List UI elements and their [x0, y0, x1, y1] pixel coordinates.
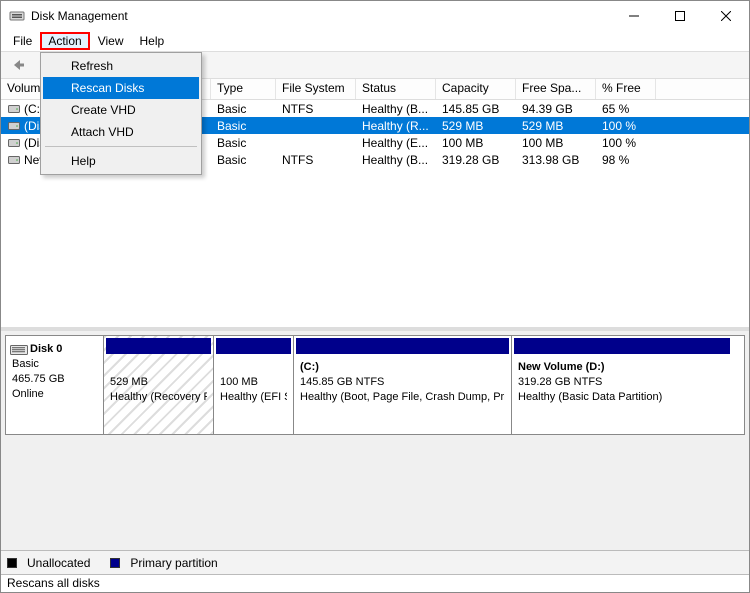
partition-status: Healthy (EFI System Partition)	[220, 390, 287, 405]
menu-help[interactable]: Help	[132, 32, 173, 50]
menu-separator	[45, 146, 197, 147]
menu-refresh[interactable]: Refresh	[43, 55, 199, 77]
cell-type: Basic	[211, 102, 276, 116]
cell-pct: 100 %	[596, 136, 656, 150]
cell-capacity: 100 MB	[436, 136, 516, 150]
partition-status: Healthy (Basic Data Partition)	[518, 390, 726, 405]
statusbar-text: Rescans all disks	[7, 576, 100, 590]
cell-pct: 98 %	[596, 153, 656, 167]
legend: Unallocated Primary partition	[1, 550, 749, 574]
legend-unallocated: Unallocated	[27, 556, 90, 570]
menu-action[interactable]: Action	[40, 32, 89, 50]
window-controls	[611, 1, 749, 31]
statusbar: Rescans all disks	[1, 574, 749, 592]
cell-status: Healthy (B...	[356, 102, 436, 116]
disk-strip: Disk 0 Basic 465.75 GB Online 529 MBHeal…	[5, 335, 745, 435]
disk-id: Disk 0	[30, 342, 97, 357]
col-fs-label: File System	[282, 81, 345, 95]
cell-free: 94.39 GB	[516, 102, 596, 116]
drive-icon	[7, 137, 21, 149]
disk-info[interactable]: Disk 0 Basic 465.75 GB Online	[6, 336, 104, 434]
menu-rescan-disks[interactable]: Rescan Disks	[43, 77, 199, 99]
cell-free: 313.98 GB	[516, 153, 596, 167]
menu-create-vhd[interactable]: Create VHD	[43, 99, 199, 121]
cell-capacity: 319.28 GB	[436, 153, 516, 167]
col-pct-label: % Free	[602, 81, 641, 95]
cell-type: Basic	[211, 153, 276, 167]
menu-file[interactable]: File	[5, 32, 40, 50]
cell-capacity: 529 MB	[436, 119, 516, 133]
col-pct-free[interactable]: % Free	[596, 79, 656, 99]
partition-container: 529 MBHealthy (Recovery Partition) 100 M…	[104, 336, 744, 434]
cell-pct: 65 %	[596, 102, 656, 116]
window-title: Disk Management	[31, 9, 128, 23]
partition-size: 100 MB	[220, 375, 287, 390]
swatch-unallocated	[7, 558, 17, 568]
partition[interactable]: 100 MBHealthy (EFI System Partition)	[214, 336, 294, 434]
disk-state: Online	[12, 387, 97, 402]
drive-icon	[7, 154, 21, 166]
cell-pct: 100 %	[596, 119, 656, 133]
cell-status: Healthy (E...	[356, 136, 436, 150]
swatch-primary	[110, 558, 120, 568]
cell-type: Basic	[211, 119, 276, 133]
disk-size: 465.75 GB	[12, 372, 97, 387]
partition-status: Healthy (Recovery Partition)	[110, 390, 207, 405]
cell-status: Healthy (B...	[356, 153, 436, 167]
cell-fs: NTFS	[276, 153, 356, 167]
cell-free: 100 MB	[516, 136, 596, 150]
partition[interactable]: 529 MBHealthy (Recovery Partition)	[104, 336, 214, 434]
cell-status: Healthy (R...	[356, 119, 436, 133]
col-type[interactable]: Type	[211, 79, 276, 99]
titlebar: Disk Management	[1, 1, 749, 31]
col-status[interactable]: Status	[356, 79, 436, 99]
disk-map-pane: Disk 0 Basic 465.75 GB Online 529 MBHeal…	[1, 331, 749, 550]
drive-icon	[7, 103, 21, 115]
menu-view[interactable]: View	[90, 32, 132, 50]
partition[interactable]: New Volume (D:)319.28 GB NTFSHealthy (Ba…	[512, 336, 732, 434]
partition-size: 319.28 GB NTFS	[518, 375, 726, 390]
col-type-label: Type	[217, 81, 243, 95]
disk-management-icon	[9, 8, 25, 24]
cell-fs: NTFS	[276, 102, 356, 116]
menubar: File Action View Help	[1, 31, 749, 51]
partition-size: 145.85 GB NTFS	[300, 375, 505, 390]
drive-icon	[7, 120, 21, 132]
col-capacity-label: Capacity	[442, 81, 489, 95]
partition-title: (C:)	[300, 360, 505, 375]
partition-size: 529 MB	[110, 375, 207, 390]
minimize-button[interactable]	[611, 1, 657, 31]
partition-status: Healthy (Boot, Page File, Crash Dump, Pr…	[300, 390, 505, 405]
back-button[interactable]	[7, 54, 29, 76]
col-file-system[interactable]: File System	[276, 79, 356, 99]
cell-type: Basic	[211, 136, 276, 150]
partition-title: New Volume (D:)	[518, 360, 726, 375]
partition[interactable]: (C:)145.85 GB NTFSHealthy (Boot, Page Fi…	[294, 336, 512, 434]
col-status-label: Status	[362, 81, 396, 95]
cell-capacity: 145.85 GB	[436, 102, 516, 116]
maximize-button[interactable]	[657, 1, 703, 31]
col-capacity[interactable]: Capacity	[436, 79, 516, 99]
action-menu-dropdown: Refresh Rescan Disks Create VHD Attach V…	[40, 52, 202, 175]
col-free-label: Free Spa...	[522, 81, 581, 95]
disk-icon	[10, 343, 28, 362]
cell-free: 529 MB	[516, 119, 596, 133]
col-free-space[interactable]: Free Spa...	[516, 79, 596, 99]
menu-attach-vhd[interactable]: Attach VHD	[43, 121, 199, 143]
menu-help-item[interactable]: Help	[43, 150, 199, 172]
legend-primary: Primary partition	[130, 556, 217, 570]
close-button[interactable]	[703, 1, 749, 31]
col-spacer	[656, 79, 749, 99]
